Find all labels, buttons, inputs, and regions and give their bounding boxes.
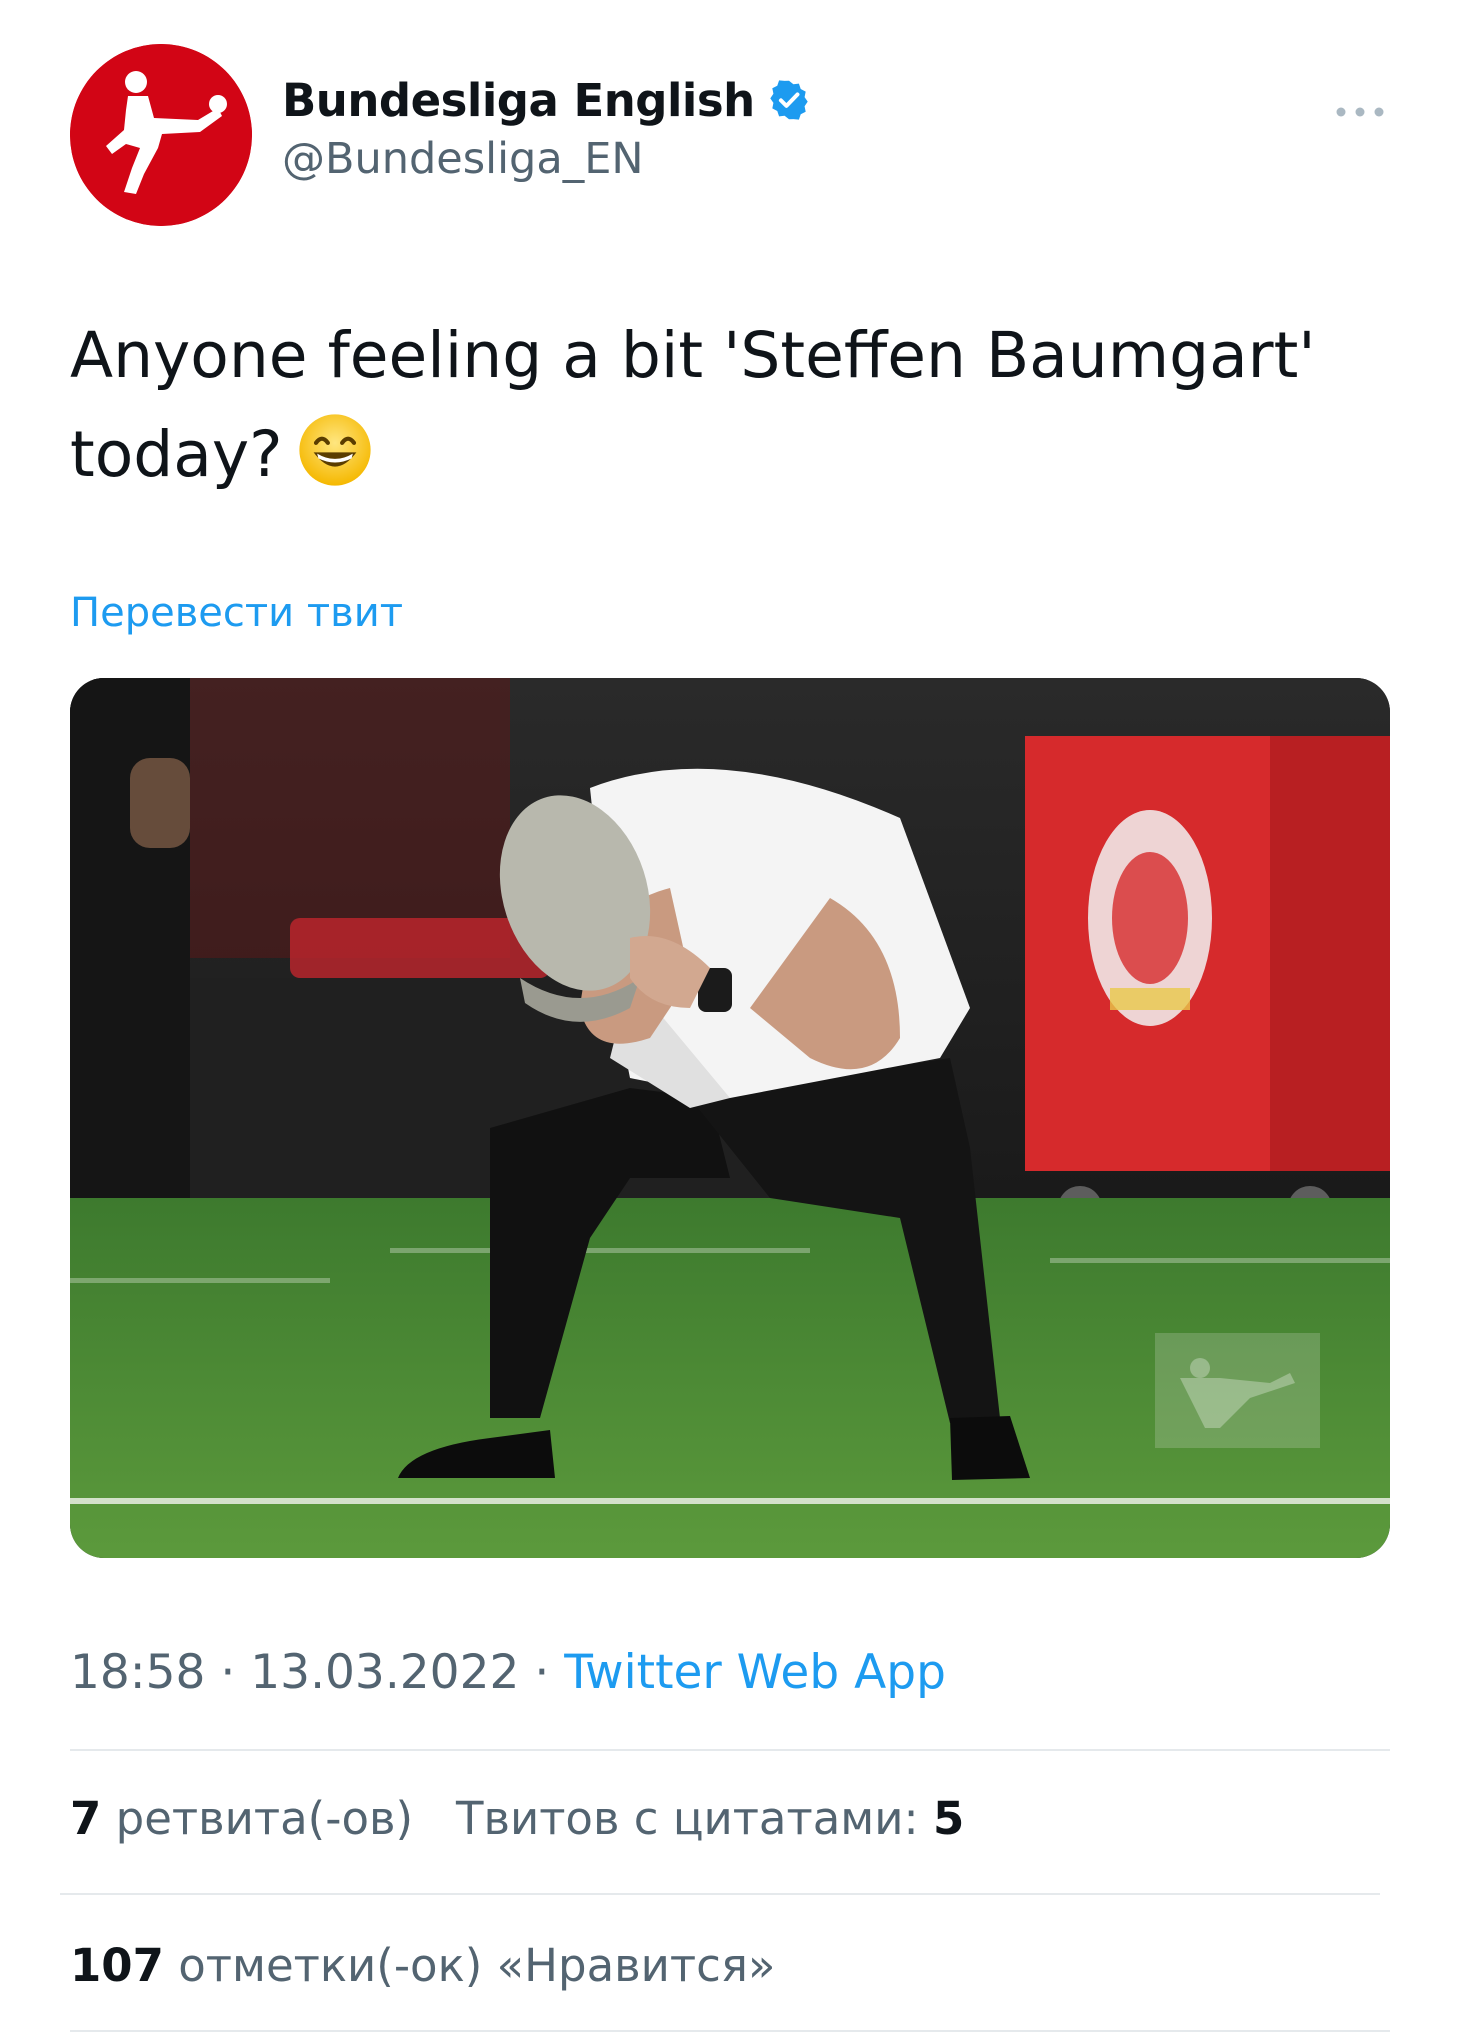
verified-badge-icon bbox=[769, 80, 808, 120]
more-options-button[interactable] bbox=[1330, 92, 1390, 132]
quote-tweets-stat[interactable]: Твитов с цитатами: 5 bbox=[456, 1792, 964, 1845]
divider bbox=[70, 1749, 1390, 1751]
photo-coach-on-pitch bbox=[70, 678, 1390, 1558]
retweets-label: ретвита(-ов) bbox=[115, 1792, 414, 1845]
display-name[interactable]: Bundesliga English bbox=[282, 74, 755, 127]
likes-label: отметки(-ок) «Нравится» bbox=[178, 1939, 776, 1992]
tweet-metadata: 18:58 · 13.03.2022 · Twitter Web App bbox=[70, 1645, 946, 1700]
likes-stat[interactable]: 107 отметки(-ок) «Нравится» bbox=[70, 1939, 775, 1992]
quote-tweets-count: 5 bbox=[932, 1792, 965, 1845]
more-dots-icon bbox=[1336, 107, 1384, 117]
tweet-text-line2-text: today? bbox=[70, 418, 283, 491]
user-handle[interactable]: @Bundesliga_EN bbox=[282, 134, 811, 184]
tweet-text-line2: today? bbox=[70, 405, 1390, 504]
tweet-date[interactable]: 13.03.2022 bbox=[250, 1645, 519, 1700]
bundesliga-logo-icon bbox=[70, 44, 252, 226]
quote-tweets-label: Твитов с цитатами: bbox=[455, 1792, 919, 1845]
display-name-row: Bundesliga English bbox=[282, 72, 811, 128]
divider bbox=[70, 2030, 1390, 2032]
tweet-header: Bundesliga English @Bundesliga_EN bbox=[70, 44, 1390, 234]
tweet-time[interactable]: 18:58 bbox=[70, 1645, 205, 1700]
meta-separator: · bbox=[205, 1645, 251, 1700]
tweet-photo[interactable] bbox=[70, 678, 1390, 1558]
likes-count: 107 bbox=[70, 1939, 164, 1992]
retweets-stat[interactable]: 7 ретвита(-ов) bbox=[70, 1792, 413, 1845]
author-names: Bundesliga English @Bundesliga_EN bbox=[282, 72, 811, 184]
engagement-row-retweets: 7 ретвита(-ов) Твитов с цитатами: 5 bbox=[70, 1792, 964, 1845]
meta-separator: · bbox=[519, 1645, 565, 1700]
tweet-text-line1: Anyone feeling a bit 'Steffen Baumgart' bbox=[70, 319, 1316, 392]
tweet-text: Anyone feeling a bit 'Steffen Baumgart' … bbox=[70, 306, 1390, 504]
engagement-row-likes: 107 отметки(-ок) «Нравится» bbox=[70, 1939, 775, 1992]
avatar[interactable] bbox=[70, 44, 252, 226]
grinning-face-with-smiling-eyes-emoji bbox=[298, 414, 371, 486]
retweets-count: 7 bbox=[70, 1792, 102, 1845]
divider bbox=[60, 1893, 1380, 1895]
tweet-detail: Bundesliga English @Bundesliga_EN Anyone… bbox=[0, 0, 1460, 2038]
translate-tweet-link[interactable]: Перевести твит bbox=[70, 590, 403, 636]
tweet-source-link[interactable]: Twitter Web App bbox=[564, 1645, 946, 1700]
